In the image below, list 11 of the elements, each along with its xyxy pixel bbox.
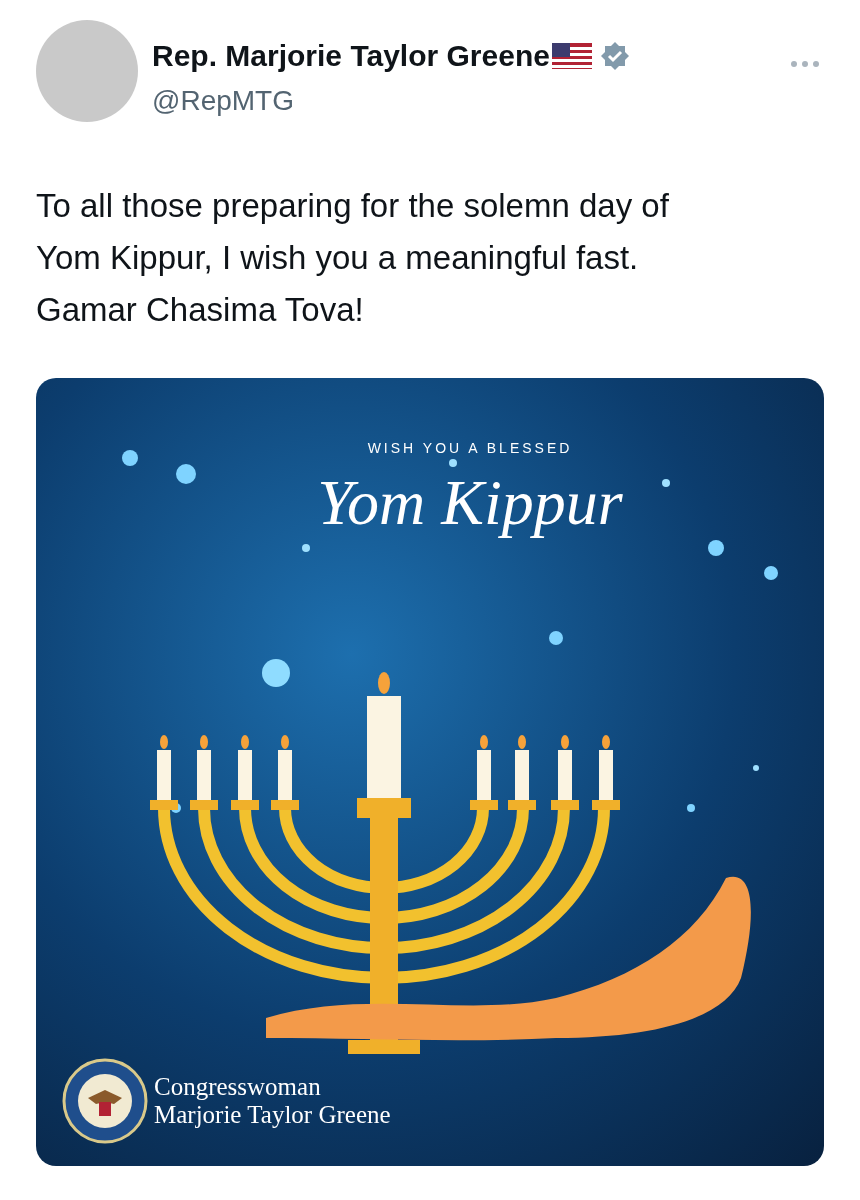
author-name[interactable]: Rep. Marjorie Taylor Greene xyxy=(152,38,550,74)
signature-line: Marjorie Taylor Greene xyxy=(154,1101,391,1129)
tweet-text: To all those preparing for the solemn day of Yom Kippur, I wish you a meaningful fast. Gamar Chasima Tova! xyxy=(36,186,670,330)
author-handle[interactable]: @RepMTG xyxy=(152,80,790,122)
greeting-card-image[interactable]: WISH YOU A BLESSED Yom Kippur Congresswoman Marjorie Taylor Greene xyxy=(36,378,824,1166)
card-title: Yom Kippur xyxy=(317,466,623,540)
more-options-icon[interactable] xyxy=(790,60,820,68)
card-kicker: WISH YOU A BLESSED xyxy=(367,439,573,458)
seal-icon xyxy=(62,1058,148,1144)
flag-icon xyxy=(551,43,592,69)
signature-line: Congresswoman xyxy=(154,1073,322,1101)
